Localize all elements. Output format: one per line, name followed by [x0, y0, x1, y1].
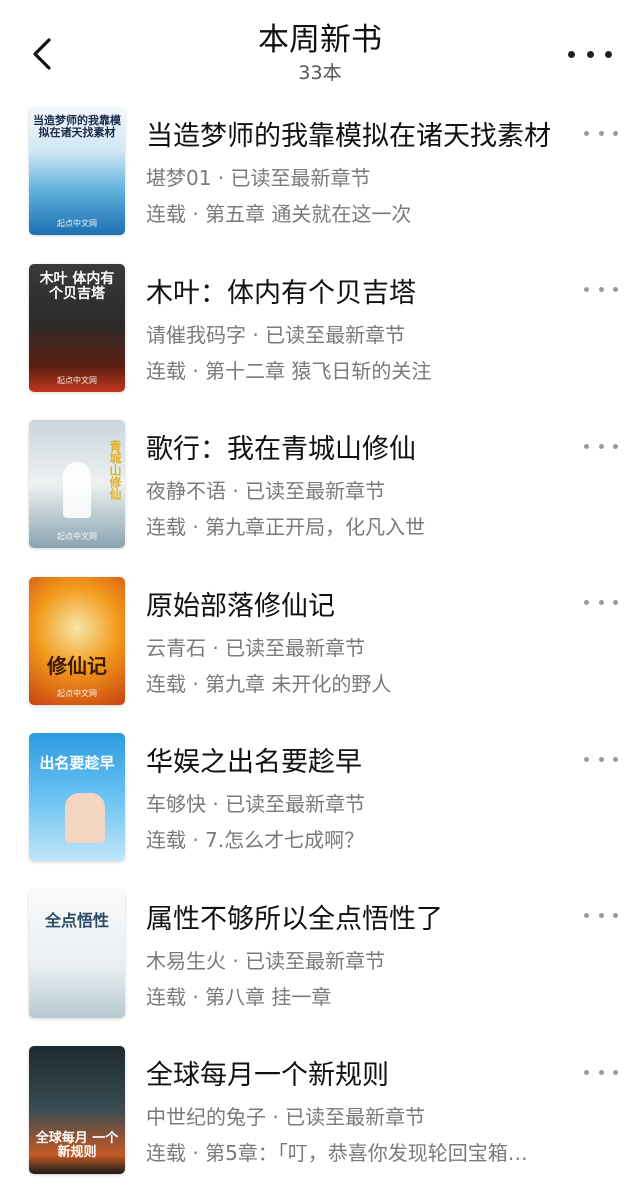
more-icon-dot: [613, 600, 618, 605]
more-icon-dot: [613, 913, 618, 918]
more-icon-dot: [598, 287, 604, 292]
book-latest-chapter: 连载 · 第九章 未开化的野人: [146, 671, 392, 696]
book-author-status: 木易生火 · 已读至最新章节: [146, 948, 386, 973]
more-icon-dot: [613, 443, 618, 449]
book-item[interactable]: 青城山修仙 起点中文网 歌行：我在青城山修仙 夜静不语 · 已读至最新章节 连载…: [0, 413, 640, 570]
cover-publisher: 起点中文网: [57, 375, 97, 385]
more-icon-dot: [598, 756, 604, 762]
book-title[interactable]: 全球每月一个新规则: [146, 1053, 580, 1092]
book-title[interactable]: 木叶：体内有个贝吉塔: [146, 271, 580, 310]
book-latest-chapter: 连载 · 第五章 通关就在这一次: [146, 202, 412, 226]
item-more-button[interactable]: [584, 439, 618, 453]
more-icon: [584, 130, 589, 136]
book-title[interactable]: 歌行：我在青城山修仙: [146, 427, 580, 466]
cover-title: 当造梦师的我靠模拟在诸天找素材: [33, 114, 121, 140]
more-icon-dot: [598, 600, 604, 605]
item-more-button[interactable]: [584, 126, 618, 140]
book-latest-chapter: 连载 · 7.怎么才七成啊？: [146, 828, 365, 852]
book-latest-chapter: 连载 · 第九章正开局，化凡入世: [146, 515, 426, 539]
cover-publisher: 起点中文网: [57, 219, 97, 228]
book-cover[interactable]: 当造梦师的我靠模拟在诸天找素材 起点中文网: [29, 107, 125, 235]
more-options-button[interactable]: [568, 40, 612, 68]
book-list: 当造梦师的我靠模拟在诸天找素材 起点中文网 当造梦师的我靠模拟在诸天找素材 堪梦…: [0, 100, 640, 1196]
more-icon: [584, 600, 589, 605]
cover-title: 全球每月 一个新规则: [35, 1131, 119, 1161]
book-author-status: 云青石 · 已读至最新章节: [146, 635, 366, 660]
cover-publisher: 起点中文网: [57, 688, 97, 698]
book-cover[interactable]: 全球每月 一个新规则: [29, 1046, 125, 1174]
more-icon: [568, 50, 575, 58]
more-icon: [584, 287, 589, 292]
more-icon: [584, 443, 589, 449]
item-more-button[interactable]: [584, 752, 618, 766]
book-author-status: 夜静不语 · 已读至最新章节: [146, 479, 386, 503]
more-icon-dot: [598, 130, 604, 136]
cover-title: 出名要趁早: [39, 754, 115, 772]
top-bar: 本周新书 33本: [0, 0, 640, 96]
book-latest-chapter: 连载 · 第八章 挂一章: [146, 984, 332, 1009]
more-icon-dot: [613, 130, 618, 136]
cover-title: 修仙记: [47, 653, 107, 678]
more-icon-dot: [598, 443, 604, 449]
book-title[interactable]: 属性不够所以全点悟性了: [146, 897, 580, 936]
book-title[interactable]: 原始部落修仙记: [146, 584, 580, 623]
cover-publisher: 起点中文网: [57, 532, 97, 541]
more-icon: [584, 756, 589, 762]
book-latest-chapter: 连载 · 第十二章 猿飞日斩的关注: [146, 358, 432, 383]
item-more-button[interactable]: [584, 909, 618, 923]
more-icon-dot: [586, 50, 594, 58]
more-icon-dot: [598, 1069, 604, 1075]
book-cover[interactable]: 全点悟性: [29, 889, 125, 1018]
page-title: 本周新书: [258, 22, 382, 58]
more-icon-dot: [598, 913, 604, 918]
book-item[interactable]: 出名要趁早 华娱之出名要趁早 车够快 · 已读至最新章节 连载 · 7.怎么才七…: [0, 726, 640, 883]
cover-title: 木叶 体内有个贝吉塔: [39, 270, 115, 302]
cover-title: 全点悟性: [44, 910, 109, 930]
more-icon: [584, 1069, 589, 1075]
book-count: 33本: [298, 62, 342, 84]
book-item[interactable]: 全球每月 一个新规则 全球每月一个新规则 中世纪的兔子 · 已读至最新章节 连载…: [0, 1039, 640, 1196]
more-icon-dot: [613, 756, 618, 762]
more-icon-dot: [613, 287, 618, 292]
book-cover[interactable]: 木叶 体内有个贝吉塔 起点中文网: [29, 263, 125, 392]
more-icon-dot: [613, 1069, 618, 1075]
book-cover[interactable]: 修仙记 起点中文网: [29, 576, 125, 705]
book-item[interactable]: 木叶 体内有个贝吉塔 起点中文网 木叶：体内有个贝吉塔 请催我码字 · 已读至最…: [0, 257, 640, 414]
book-item[interactable]: 当造梦师的我靠模拟在诸天找素材 起点中文网 当造梦师的我靠模拟在诸天找素材 堪梦…: [0, 100, 640, 257]
book-title[interactable]: 当造梦师的我靠模拟在诸天找素材: [146, 114, 580, 153]
item-more-button[interactable]: [584, 283, 618, 297]
item-more-button[interactable]: [584, 596, 618, 610]
cover-figure: [65, 793, 105, 843]
book-author-status: 中世纪的兔子 · 已读至最新章节: [146, 1105, 426, 1129]
book-cover[interactable]: 出名要趁早: [29, 733, 125, 861]
more-icon-dot: [605, 50, 612, 58]
book-item[interactable]: 全点悟性 属性不够所以全点悟性了 木易生火 · 已读至最新章节 连载 · 第八章…: [0, 883, 640, 1040]
book-author-status: 请催我码字 · 已读至最新章节: [146, 322, 406, 347]
book-title[interactable]: 华娱之出名要趁早: [146, 740, 580, 779]
book-item[interactable]: 修仙记 起点中文网 原始部落修仙记 云青石 · 已读至最新章节 连载 · 第九章…: [0, 570, 640, 727]
book-author-status: 车够快 · 已读至最新章节: [146, 792, 366, 816]
item-more-button[interactable]: [584, 1065, 618, 1079]
book-cover[interactable]: 青城山修仙 起点中文网: [29, 420, 125, 548]
cover-figure: [63, 462, 91, 518]
more-icon: [584, 913, 589, 918]
book-latest-chapter: 连载 · 第5章：「叮，恭喜你发现轮回宝箱…: [146, 1141, 528, 1165]
book-author-status: 堪梦01 · 已读至最新章节: [146, 166, 371, 190]
cover-title: 青城山修仙: [108, 440, 122, 500]
